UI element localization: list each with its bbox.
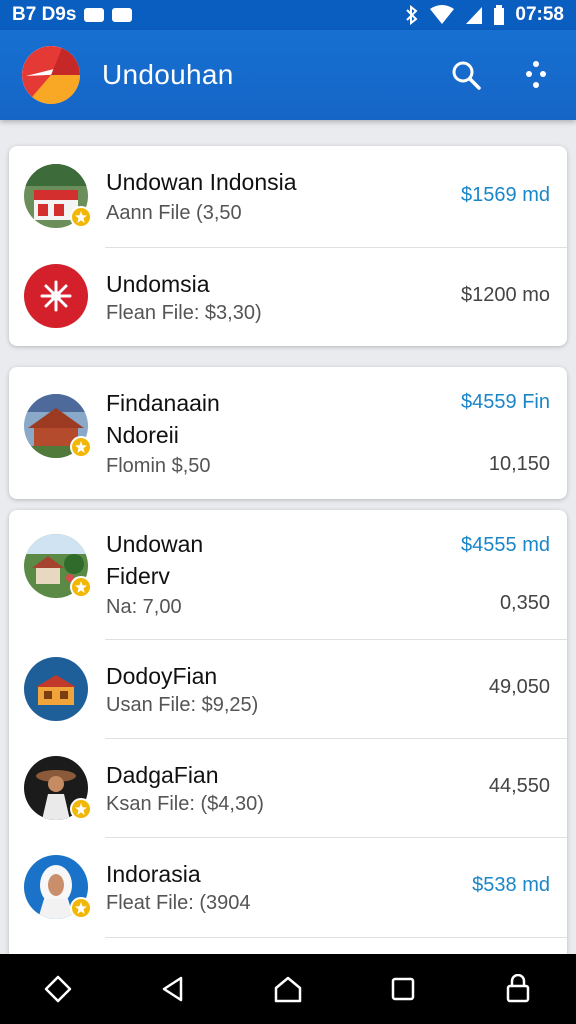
avatar bbox=[24, 855, 92, 919]
list-item[interactable]: Undowan Indonsia Aann File (3,50 $1569 m… bbox=[9, 146, 567, 248]
item-title: DadgaFian bbox=[106, 762, 219, 788]
app-bar: Undouhan bbox=[0, 30, 576, 120]
star-badge-icon bbox=[70, 576, 92, 598]
avatar bbox=[24, 534, 92, 598]
recents-icon bbox=[391, 977, 415, 1001]
more-options-icon bbox=[526, 61, 546, 88]
search-button[interactable] bbox=[448, 57, 484, 93]
star-badge-icon bbox=[70, 436, 92, 458]
status-bar: B7 D9s 07:58 bbox=[0, 0, 576, 30]
list-item[interactable]: Findanaain Ndoreii Flomin $,50 $4559 Fin… bbox=[9, 367, 567, 499]
item-subtitle: Flean File: $3,30) bbox=[106, 302, 262, 324]
item-amount: $538 md bbox=[472, 874, 550, 896]
app-logo bbox=[22, 46, 80, 104]
recents-button[interactable] bbox=[375, 961, 431, 1017]
item-subtitle: Na: 7,00 bbox=[106, 596, 182, 618]
avatar bbox=[24, 394, 92, 458]
item-title: DodoyFian bbox=[106, 663, 218, 689]
item-amount: $4559 Fin bbox=[461, 391, 550, 413]
item-subtitle: Aann File (3,50 bbox=[106, 202, 242, 224]
item-amount: 49,050 bbox=[488, 676, 550, 698]
item-title: Undowan bbox=[106, 531, 204, 557]
list-card: Findanaain Ndoreii Flomin $,50 $4559 Fin… bbox=[9, 367, 567, 499]
battery-icon bbox=[494, 5, 505, 25]
item-title-line2: Fiderv bbox=[106, 563, 170, 589]
avatar bbox=[24, 657, 88, 721]
item-title: Undowan Indonsia bbox=[106, 169, 297, 195]
wifi-icon bbox=[430, 5, 455, 24]
item-amount-secondary: 10,150 bbox=[488, 453, 550, 475]
app-title: Undouhan bbox=[102, 59, 234, 90]
star-badge-icon bbox=[70, 897, 92, 919]
file-list: Undowan Indonsia Aann File (3,50 $1569 m… bbox=[0, 120, 576, 954]
avatar bbox=[24, 164, 92, 228]
item-subtitle: Ksan File: ($4,30) bbox=[106, 793, 264, 815]
item-amount-secondary: 0,350 bbox=[499, 592, 550, 614]
home-button[interactable] bbox=[260, 961, 316, 1017]
rotate-button[interactable] bbox=[30, 961, 86, 1017]
item-subtitle: Fleat File: (3904 bbox=[106, 892, 251, 914]
list-item[interactable]: Indorasia Fleat File: (3904 $538 md bbox=[9, 838, 567, 938]
item-subtitle: Usan File: $9,25) bbox=[106, 694, 259, 716]
item-title: Indorasia bbox=[106, 861, 201, 887]
item-amount: $1200 mo bbox=[461, 284, 550, 306]
status-left-text: B7 D9s bbox=[12, 4, 77, 25]
more-options-button[interactable] bbox=[518, 57, 554, 93]
item-title: Findanaain bbox=[106, 390, 220, 416]
back-button[interactable] bbox=[145, 961, 201, 1017]
item-title-line2: Ndoreii bbox=[106, 422, 179, 448]
home-icon bbox=[274, 976, 302, 1003]
item-amount: 44,550 bbox=[488, 775, 550, 797]
signal-icon bbox=[466, 7, 483, 24]
notification-badge-icon bbox=[112, 8, 133, 22]
notification-badge-icon bbox=[84, 8, 105, 22]
item-title: Undomsia bbox=[106, 271, 210, 297]
list-card: Undowan Fiderv Na: 7,00 $4555 md 0,350 D… bbox=[9, 510, 567, 954]
list-item[interactable]: DodoyFian Usan File: $9,25) 49,050 bbox=[9, 640, 567, 739]
back-icon bbox=[162, 976, 183, 1002]
search-icon bbox=[452, 61, 481, 90]
divider bbox=[105, 937, 567, 938]
star-badge-icon bbox=[70, 798, 92, 820]
list-item[interactable]: Undowan Fiderv Na: 7,00 $4555 md 0,350 bbox=[9, 510, 567, 640]
item-subtitle: Flomin $,50 bbox=[106, 455, 211, 477]
avatar bbox=[24, 756, 92, 820]
status-time: 07:58 bbox=[515, 4, 564, 25]
star-badge-icon bbox=[70, 206, 92, 228]
system-nav-bar bbox=[0, 954, 576, 1024]
lock-button[interactable] bbox=[490, 961, 546, 1017]
list-card: Undowan Indonsia Aann File (3,50 $1569 m… bbox=[9, 146, 567, 346]
bluetooth-icon bbox=[406, 5, 418, 25]
item-amount: $4555 md bbox=[461, 534, 550, 556]
lock-icon bbox=[507, 974, 530, 1003]
avatar bbox=[24, 264, 88, 328]
list-item[interactable]: DadgaFian Ksan File: ($4,30) 44,550 bbox=[9, 739, 567, 838]
rotate-icon bbox=[44, 975, 71, 1003]
list-item[interactable]: Undomsia Flean File: $3,30) $1200 mo bbox=[9, 248, 567, 346]
item-amount: $1569 md bbox=[461, 184, 550, 206]
